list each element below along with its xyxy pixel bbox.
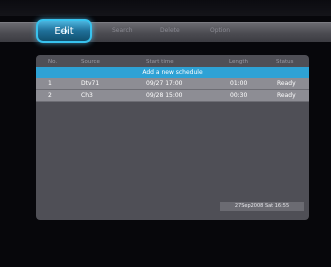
cell-length: 01:00 xyxy=(230,80,248,87)
add-schedule-row[interactable]: Add a new schedule xyxy=(36,67,309,78)
column-no: No. xyxy=(48,59,58,65)
chevron-right-icon: ▸ xyxy=(60,27,65,35)
cell-status: Ready xyxy=(277,92,296,99)
cell-start-time: 09/28 15:00 xyxy=(146,92,183,99)
cell-source: Dtv71 xyxy=(81,80,100,87)
column-start-time: Start time xyxy=(146,59,174,65)
cell-source: Ch3 xyxy=(81,92,93,99)
cell-length: 00:30 xyxy=(230,92,248,99)
table-row[interactable]: 1 Dtv71 09/27 17:00 01:00 Ready xyxy=(36,78,309,90)
menu-item-edit[interactable]: ◂ Edit ▸ xyxy=(36,19,92,43)
cell-start-time: 09/27 17:00 xyxy=(146,80,183,87)
column-source: Source xyxy=(81,59,100,65)
column-status: Status xyxy=(276,59,294,65)
cell-status: Ready xyxy=(277,80,296,87)
datetime-text: 27Sep2008 Sat 16:55 xyxy=(234,203,290,209)
menu-item-search[interactable]: Search xyxy=(112,27,133,34)
column-length: Length xyxy=(229,59,248,65)
screen: Search Delete Option ◂ Edit ▸ No. Source… xyxy=(0,0,331,267)
top-band xyxy=(0,0,331,16)
cell-no: 2 xyxy=(48,92,52,99)
cell-no: 1 xyxy=(48,80,52,87)
table-header: No. Source Start time Length Status xyxy=(36,57,309,67)
datetime-display: 27Sep2008 Sat 16:55 xyxy=(220,202,304,211)
table-row[interactable]: 2 Ch3 09/28 15:00 00:30 Ready xyxy=(36,90,309,102)
add-schedule-label: Add a new schedule xyxy=(142,69,203,76)
menu-item-delete[interactable]: Delete xyxy=(160,27,180,34)
menu-item-option[interactable]: Option xyxy=(210,27,230,34)
